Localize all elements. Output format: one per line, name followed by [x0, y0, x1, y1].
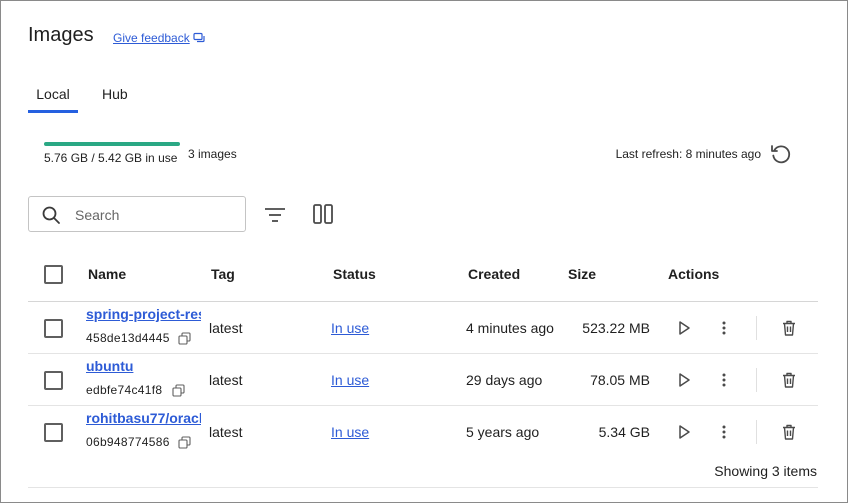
refresh-button[interactable]	[768, 141, 794, 167]
image-id: edbfe74c41f8	[86, 383, 163, 397]
columns-button[interactable]	[310, 201, 336, 227]
image-tag: latest	[209, 424, 243, 440]
image-tag: latest	[209, 372, 243, 388]
created-cell: 29 days ago	[466, 372, 543, 388]
table-header-divider	[28, 301, 818, 302]
play-icon	[679, 425, 690, 439]
trash-icon	[783, 372, 795, 388]
delete-button[interactable]	[779, 318, 799, 338]
give-feedback-link[interactable]: Give feedback	[113, 31, 205, 45]
row-divider	[28, 405, 818, 406]
select-all-checkbox[interactable]	[44, 265, 63, 284]
column-header-created[interactable]: Created	[468, 266, 520, 282]
actions-divider	[756, 316, 757, 340]
more-actions-button[interactable]	[714, 422, 734, 442]
status-link[interactable]: In use	[331, 320, 369, 336]
column-header-size[interactable]: Size	[568, 266, 596, 282]
column-header-status[interactable]: Status	[333, 266, 376, 282]
filter-icon	[265, 208, 285, 222]
filter-button[interactable]	[262, 202, 288, 228]
row-checkbox[interactable]	[44, 423, 63, 442]
images-count: 3 images	[188, 147, 237, 161]
delete-button[interactable]	[779, 422, 799, 442]
image-tag: latest	[209, 320, 243, 336]
image-id: 458de13d4445	[86, 331, 170, 345]
size-cell: 523.22 MB	[582, 320, 650, 336]
delete-button[interactable]	[779, 370, 799, 390]
image-name-link[interactable]: spring-project-res	[86, 306, 201, 322]
actions-divider	[756, 368, 757, 392]
row-divider	[28, 353, 818, 354]
run-button[interactable]	[674, 422, 694, 442]
image-name-link[interactable]: ubuntu	[86, 358, 201, 374]
disk-usage-text: 5.76 GB / 5.42 GB in use	[44, 151, 178, 165]
copy-id-button[interactable]	[172, 384, 186, 398]
tab-local[interactable]: Local	[28, 86, 78, 113]
run-button[interactable]	[674, 318, 694, 338]
give-feedback-label: Give feedback	[113, 31, 190, 45]
status-link[interactable]: In use	[331, 372, 369, 388]
search-icon	[42, 206, 60, 224]
search-input[interactable]	[73, 205, 237, 225]
more-actions-button[interactable]	[714, 370, 734, 390]
copy-id-button[interactable]	[178, 332, 192, 346]
tab-hub[interactable]: Hub	[102, 86, 128, 110]
created-cell: 5 years ago	[466, 424, 540, 440]
created-cell: 4 minutes ago	[466, 320, 554, 336]
footer-divider	[28, 487, 818, 488]
run-button[interactable]	[674, 370, 694, 390]
column-header-tag[interactable]: Tag	[211, 266, 235, 282]
row-checkbox[interactable]	[44, 371, 63, 390]
play-icon	[679, 373, 690, 387]
column-header-actions: Actions	[668, 266, 720, 282]
last-refresh-text: Last refresh: 8 minutes ago	[615, 147, 761, 161]
more-vertical-icon	[722, 425, 726, 439]
more-vertical-icon	[722, 321, 726, 335]
disk-usage-bar	[44, 142, 180, 146]
status-link[interactable]: In use	[331, 424, 369, 440]
columns-icon	[313, 204, 333, 224]
refresh-icon	[771, 145, 791, 164]
copy-icon	[178, 332, 191, 345]
row-checkbox[interactable]	[44, 319, 63, 338]
more-actions-button[interactable]	[714, 318, 734, 338]
copy-id-button[interactable]	[178, 436, 192, 450]
image-name-link[interactable]: rohitbasu77/oracl	[86, 410, 201, 426]
copy-icon	[172, 384, 185, 397]
more-vertical-icon	[722, 373, 726, 387]
copy-icon	[178, 436, 191, 449]
image-id: 06b948774586	[86, 435, 170, 449]
trash-icon	[783, 424, 795, 440]
chat-bubble-icon	[193, 32, 205, 43]
size-cell: 78.05 MB	[590, 372, 650, 388]
search-box	[28, 196, 246, 232]
size-cell: 5.34 GB	[598, 424, 650, 440]
play-icon	[679, 321, 690, 335]
actions-divider	[756, 420, 757, 444]
trash-icon	[783, 320, 795, 336]
items-count-footer: Showing 3 items	[714, 463, 817, 479]
page-title: Images	[28, 24, 94, 46]
column-header-name[interactable]: Name	[88, 266, 126, 282]
